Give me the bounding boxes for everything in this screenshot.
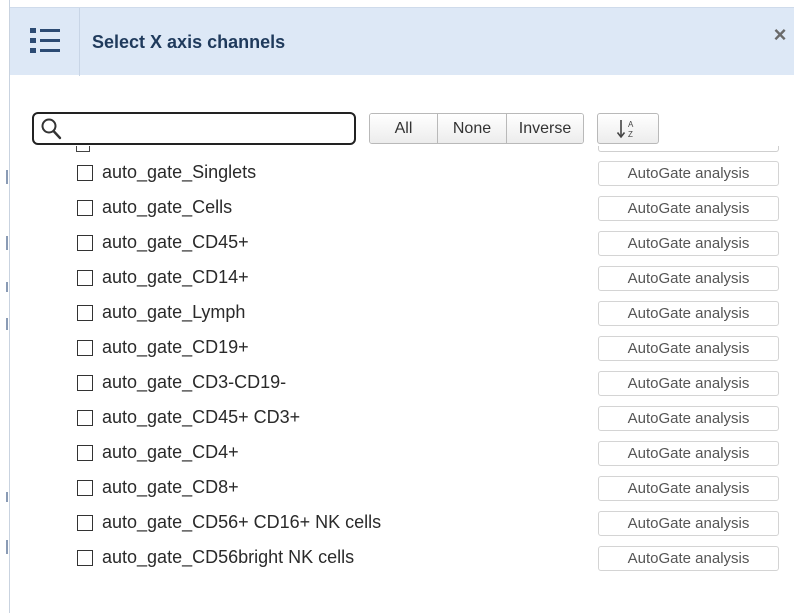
channel-source-tag: AutoGate analysis: [598, 196, 779, 221]
channel-row[interactable]: auto_gate_Singlets AutoGate analysis: [10, 158, 794, 190]
channel-row[interactable]: auto_gate_CD56bright NK cells AutoGate an…: [10, 543, 794, 575]
channel-source-tag: AutoGate analysis: [598, 511, 779, 536]
channel-label[interactable]: auto_gate_Singlets: [102, 162, 256, 183]
channel-label[interactable]: auto_gate_CD45+: [102, 232, 249, 253]
channel-checkbox[interactable]: [77, 200, 93, 216]
channel-row[interactable]: auto_gate_CD3-CD19- AutoGate analysis: [10, 368, 794, 400]
close-button[interactable]: ×: [769, 24, 791, 46]
channel-row[interactable]: auto_gate_Cells AutoGate analysis: [10, 193, 794, 225]
select-channels-dialog: Select X axis channels × All None Invers…: [9, 0, 794, 613]
background-edge-mark: [6, 236, 8, 250]
search-icon: [41, 118, 62, 140]
channel-label[interactable]: auto_gate_CD56+ CD16+ NK cells: [102, 512, 381, 533]
background-edge-mark: [6, 492, 8, 502]
channel-checkbox[interactable]: [77, 445, 93, 461]
svg-text:Z: Z: [628, 130, 633, 139]
channel-checkbox[interactable]: [77, 270, 93, 286]
channel-source-tag: AutoGate analysis: [598, 266, 779, 291]
channel-checkbox[interactable]: [77, 235, 93, 251]
channel-row[interactable]: auto_gate_CD4+ AutoGate analysis: [10, 438, 794, 470]
list-icon: [30, 28, 60, 53]
sort-alpha-icon: A Z: [616, 120, 634, 139]
header-icon-box: [10, 8, 80, 76]
channel-checkbox[interactable]: [77, 305, 93, 321]
channel-checkbox[interactable]: [77, 165, 93, 181]
channel-source-tag: AutoGate analysis: [598, 301, 779, 326]
channel-checkbox[interactable]: [77, 340, 93, 356]
channel-label[interactable]: auto_gate_CD3-CD19-: [102, 372, 286, 393]
select-all-button[interactable]: All: [370, 114, 437, 143]
partial-tag: [598, 146, 779, 152]
channel-checkbox[interactable]: [77, 410, 93, 426]
channel-source-tag: AutoGate analysis: [598, 476, 779, 501]
channel-label[interactable]: auto_gate_CD56bright NK cells: [102, 547, 354, 568]
channel-label[interactable]: auto_gate_CD14+: [102, 267, 249, 288]
channel-row[interactable]: auto_gate_CD56+ CD16+ NK cells AutoGate a…: [10, 508, 794, 540]
channel-source-tag: AutoGate analysis: [598, 231, 779, 256]
channel-row[interactable]: auto_gate_CD14+ AutoGate analysis: [10, 263, 794, 295]
channel-row[interactable]: auto_gate_Lymph AutoGate analysis: [10, 298, 794, 330]
dialog-title: Select X axis channels: [92, 32, 286, 52]
channel-label[interactable]: auto_gate_CD8+: [102, 477, 239, 498]
select-none-button[interactable]: None: [437, 114, 506, 143]
sort-alphabetical-button[interactable]: A Z: [597, 113, 659, 144]
svg-text:A: A: [628, 120, 634, 129]
channel-label[interactable]: auto_gate_CD4+: [102, 442, 239, 463]
dialog-header: Select X axis channels ×: [10, 7, 794, 76]
channel-source-tag: AutoGate analysis: [598, 161, 779, 186]
channel-row[interactable]: auto_gate_CD45+ AutoGate analysis: [10, 228, 794, 260]
background-window-edge: [0, 0, 8, 613]
channel-source-tag: AutoGate analysis: [598, 441, 779, 466]
selection-button-group: All None Inverse: [369, 113, 584, 144]
channel-row[interactable]: auto_gate_CD8+ AutoGate analysis: [10, 473, 794, 505]
channel-label[interactable]: auto_gate_CD45+ CD3+: [102, 407, 300, 428]
channel-label[interactable]: auto_gate_Lymph: [102, 302, 245, 323]
channel-checkbox[interactable]: [77, 550, 93, 566]
channel-checkbox[interactable]: [77, 375, 93, 391]
channel-source-tag: AutoGate analysis: [598, 336, 779, 361]
channel-source-tag: AutoGate analysis: [598, 371, 779, 396]
channel-label[interactable]: auto_gate_Cells: [102, 197, 232, 218]
channel-label[interactable]: auto_gate_CD19+: [102, 337, 249, 358]
channel-checkbox[interactable]: [77, 480, 93, 496]
search-field[interactable]: [32, 112, 356, 145]
channel-checkbox[interactable]: [77, 515, 93, 531]
channel-source-tag: AutoGate analysis: [598, 406, 779, 431]
partial-checkbox: [76, 146, 90, 152]
background-edge-mark: [6, 540, 8, 554]
background-edge-mark: [6, 318, 8, 330]
select-inverse-button[interactable]: Inverse: [506, 114, 583, 143]
background-edge-mark: [6, 170, 8, 184]
channel-source-tag: AutoGate analysis: [598, 546, 779, 571]
channel-row[interactable]: auto_gate_CD45+ CD3+ AutoGate analysis: [10, 403, 794, 435]
search-input[interactable]: [68, 118, 348, 140]
background-edge-mark: [6, 282, 8, 292]
channel-row[interactable]: auto_gate_CD19+ AutoGate analysis: [10, 333, 794, 365]
